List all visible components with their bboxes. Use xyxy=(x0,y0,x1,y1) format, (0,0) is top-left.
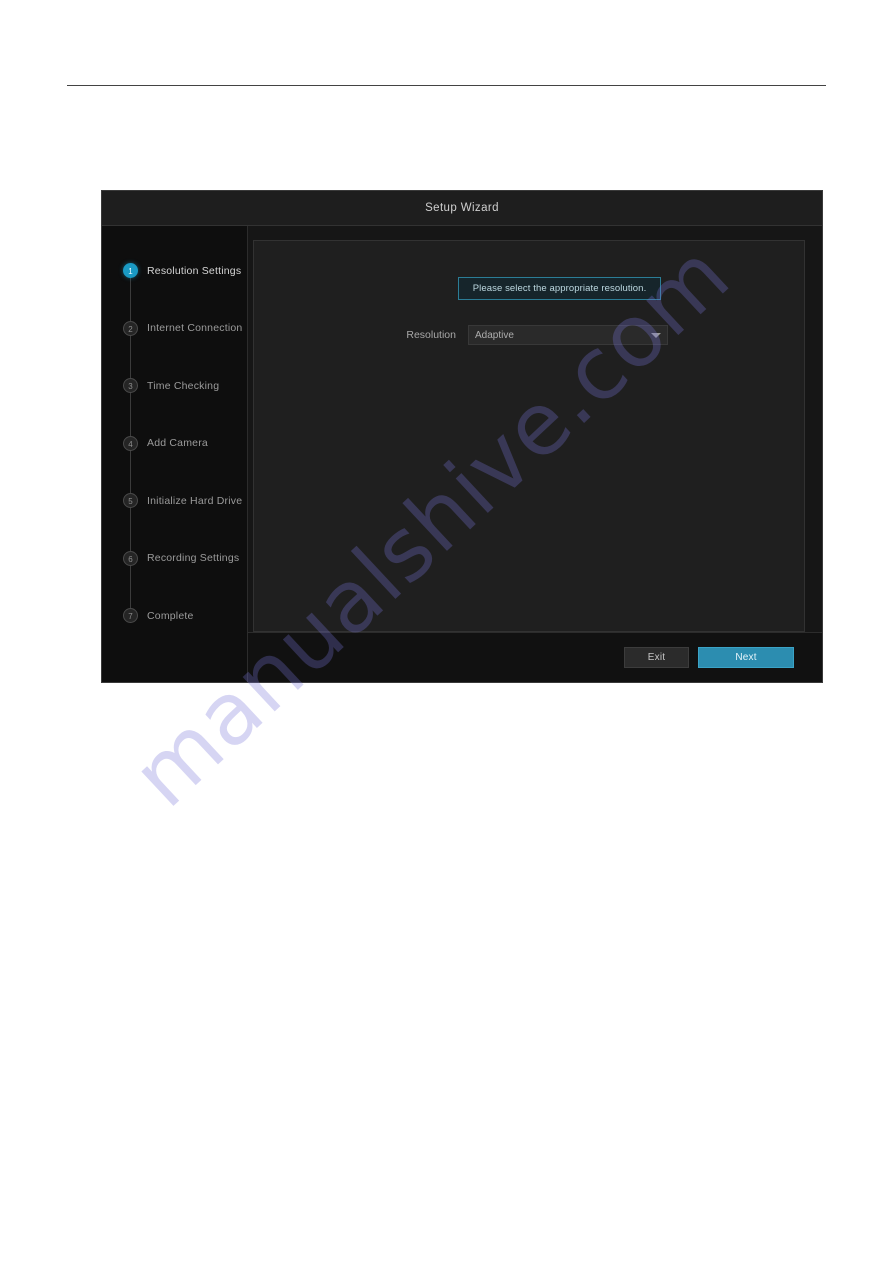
sidebar-item-label: Resolution Settings xyxy=(147,264,242,277)
exit-button[interactable]: Exit xyxy=(624,647,689,668)
sidebar-item-recording-settings[interactable]: 6 Recording Settings xyxy=(102,530,247,615)
chevron-down-icon xyxy=(651,332,661,338)
setup-wizard-dialog: Setup Wizard 1 Resolution Settings 2 Int… xyxy=(101,190,823,683)
dialog-titlebar: Setup Wizard xyxy=(102,191,822,226)
dialog-body: 1 Resolution Settings 2 Internet Connect… xyxy=(102,226,822,682)
dialog-title: Setup Wizard xyxy=(425,202,499,214)
sidebar-item-label: Recording Settings xyxy=(147,552,240,565)
sidebar-item-resolution-settings[interactable]: 1 Resolution Settings xyxy=(102,242,247,327)
next-button[interactable]: Next xyxy=(698,647,794,668)
step-number-badge: 4 xyxy=(123,435,138,451)
step-list: 1 Resolution Settings 2 Internet Connect… xyxy=(102,242,247,645)
sidebar-item-label: Internet Connection xyxy=(147,322,243,335)
step-number-badge: 2 xyxy=(123,320,138,336)
hint-message-text: Please select the appropriate resolution… xyxy=(472,283,647,294)
wizard-main-pane: Please select the appropriate resolution… xyxy=(248,226,822,682)
sidebar-item-initialize-hard-drive[interactable]: 5 Initialize Hard Drive xyxy=(102,472,247,557)
step-number-badge: 7 xyxy=(123,608,138,624)
sidebar-item-complete[interactable]: 7 Complete xyxy=(102,587,247,645)
step-number-badge: 5 xyxy=(123,493,138,509)
resolution-selected-value: Adaptive xyxy=(475,329,514,341)
resolution-select[interactable]: Adaptive xyxy=(468,325,668,345)
resolution-label: Resolution xyxy=(406,329,456,341)
page-header-rule xyxy=(67,85,826,86)
step-number-badge: 6 xyxy=(123,550,138,566)
step-number-badge: 1 xyxy=(123,263,138,279)
wizard-step-sidebar: 1 Resolution Settings 2 Internet Connect… xyxy=(102,226,248,682)
resolution-form-row: Resolution Adaptive xyxy=(390,325,668,345)
step-number-badge: 3 xyxy=(123,378,138,394)
sidebar-item-internet-connection[interactable]: 2 Internet Connection xyxy=(102,300,247,385)
sidebar-item-label: Time Checking xyxy=(147,379,220,392)
sidebar-item-time-checking[interactable]: 3 Time Checking xyxy=(102,357,247,442)
dialog-footer: Exit Next xyxy=(248,632,822,682)
sidebar-item-add-camera[interactable]: 4 Add Camera xyxy=(102,415,247,500)
sidebar-item-label: Complete xyxy=(147,609,194,622)
sidebar-item-label: Add Camera xyxy=(147,437,208,450)
sidebar-item-label: Initialize Hard Drive xyxy=(147,494,243,507)
resolution-settings-panel: Please select the appropriate resolution… xyxy=(253,240,805,632)
hint-message-box: Please select the appropriate resolution… xyxy=(458,277,661,300)
